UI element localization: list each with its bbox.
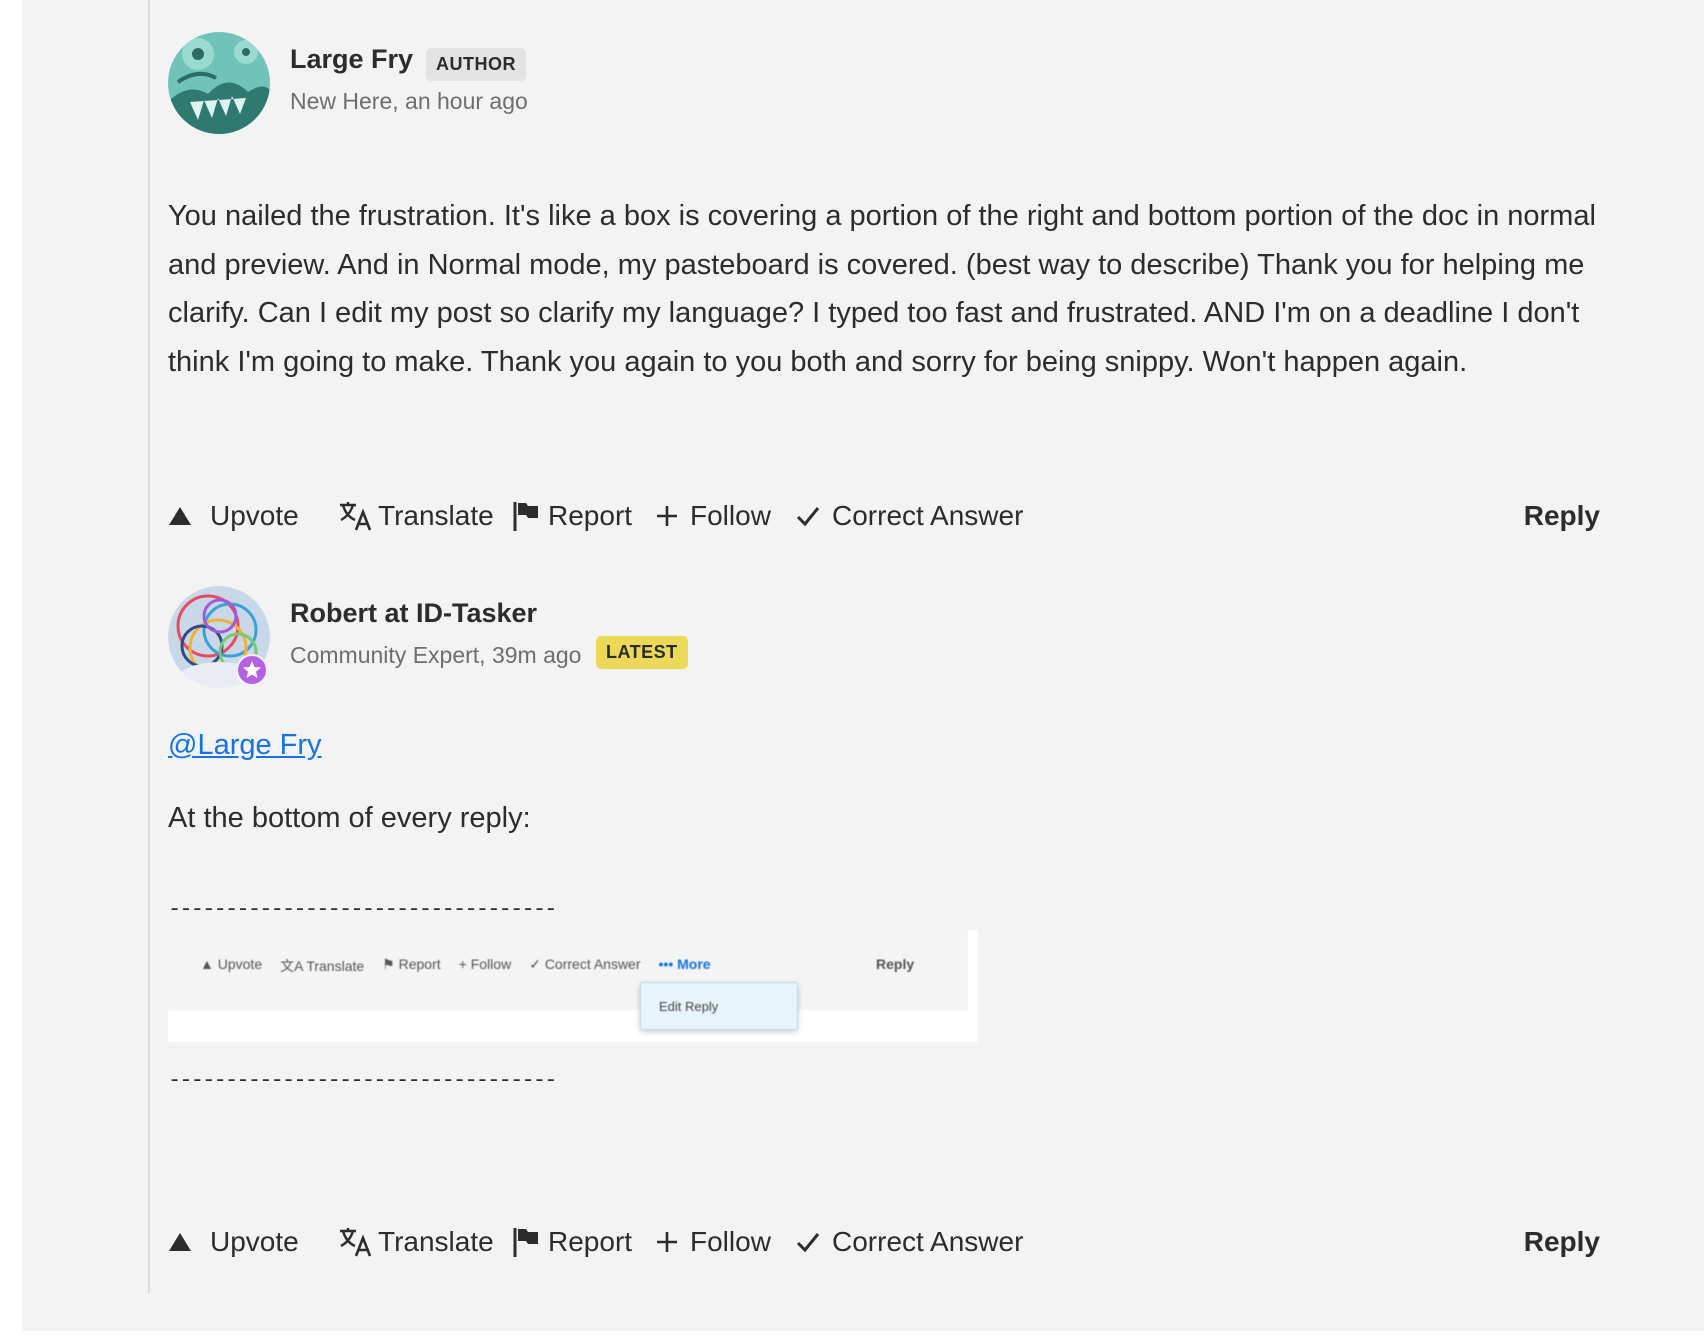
author-name[interactable]: Large Fry <box>290 44 413 75</box>
upvote-label: Upvote <box>210 1226 299 1257</box>
reply-card: Large Fry AUTHOR New Here, an hour ago Y… <box>168 30 1598 386</box>
reply-card: Robert at ID-Tasker Community Expert, 39… <box>168 584 1598 1093</box>
follow-button[interactable]: Follow <box>656 494 771 538</box>
plus-icon <box>657 1232 677 1252</box>
author-name[interactable]: Robert at ID-Tasker <box>290 598 537 629</box>
screenshot-edit-reply: Edit Reply <box>659 999 719 1014</box>
mention-link[interactable]: @Large Fry <box>168 729 1598 762</box>
upvote-button[interactable]: Upvote <box>168 1220 299 1264</box>
screenshot-report: ⚑ Report <box>382 956 441 972</box>
flag-icon <box>513 1228 538 1257</box>
translate-icon <box>340 502 372 531</box>
screenshot-menu: Edit Reply <box>640 982 798 1030</box>
reply-button[interactable]: Reply <box>1524 494 1600 538</box>
follow-button[interactable]: Follow <box>656 1220 771 1264</box>
screenshot-upvote: ▲ Upvote <box>200 956 263 972</box>
translate-icon <box>340 1228 372 1257</box>
checkmark-icon <box>796 507 820 527</box>
screenshot-actions: ▲ Upvote 文A Translate ⚑ Report + Follow … <box>200 956 711 976</box>
translate-label: Translate <box>378 500 494 531</box>
expert-star-icon <box>236 654 268 686</box>
monster-avatar[interactable] <box>168 32 270 134</box>
screenshot-reply: Reply <box>876 956 915 972</box>
report-label: Report <box>548 1226 633 1257</box>
upvote-triangle-icon <box>169 1233 191 1251</box>
follow-label: Follow <box>690 500 771 531</box>
upvote-label: Upvote <box>210 500 299 531</box>
checkmark-icon <box>796 1233 820 1253</box>
upvote-triangle-icon <box>169 507 191 525</box>
reply-header: Robert at ID-Tasker Community Expert, 39… <box>168 584 1598 688</box>
reply-paragraph: At the bottom of every reply: <box>168 802 531 834</box>
thread-line <box>148 0 150 1293</box>
abstract-avatar[interactable] <box>168 586 270 688</box>
correct-answer-button[interactable]: Correct Answer <box>796 494 1023 538</box>
screenshot-translate: 文A Translate <box>280 958 365 974</box>
follow-label: Follow <box>690 1226 771 1257</box>
report-button[interactable]: Report <box>512 1220 632 1264</box>
report-label: Report <box>548 500 633 531</box>
translate-label: Translate <box>378 1226 494 1257</box>
flag-icon <box>513 502 538 531</box>
translate-button[interactable]: Translate <box>338 1220 494 1264</box>
report-button[interactable]: Report <box>512 494 632 538</box>
screenshot-more: ••• More <box>658 956 711 972</box>
plus-icon <box>657 506 677 526</box>
correct-answer-label: Correct Answer <box>832 500 1024 531</box>
screenshot-follow: + Follow <box>458 956 512 972</box>
author-meta: New Here, an hour ago <box>290 88 528 114</box>
author-badge: AUTHOR <box>426 48 526 81</box>
correct-answer-button[interactable]: Correct Answer <box>796 1220 1023 1264</box>
divider-text: ---------------------------------- <box>168 1068 557 1093</box>
reply-body: You nailed the frustration. It's like a … <box>168 200 1596 378</box>
divider-text: ---------------------------------- <box>168 897 557 922</box>
reply-actions: Upvote Translate Report Follow Correct A… <box>168 494 1600 538</box>
translate-button[interactable]: Translate <box>338 494 494 538</box>
embedded-screenshot[interactable]: ▲ Upvote 文A Translate ⚑ Report + Follow … <box>168 930 978 1042</box>
reply-actions: Upvote Translate Report Follow Correct A… <box>168 1220 1600 1264</box>
reply-header: Large Fry AUTHOR New Here, an hour ago <box>168 30 1598 134</box>
reply-button[interactable]: Reply <box>1524 1220 1600 1264</box>
correct-answer-label: Correct Answer <box>832 1226 1024 1257</box>
upvote-button[interactable]: Upvote <box>168 494 299 538</box>
author-meta: Community Expert, 39m ago <box>290 642 582 668</box>
latest-badge: LATEST <box>596 636 688 669</box>
screenshot-correct: ✓ Correct Answer <box>529 956 641 972</box>
